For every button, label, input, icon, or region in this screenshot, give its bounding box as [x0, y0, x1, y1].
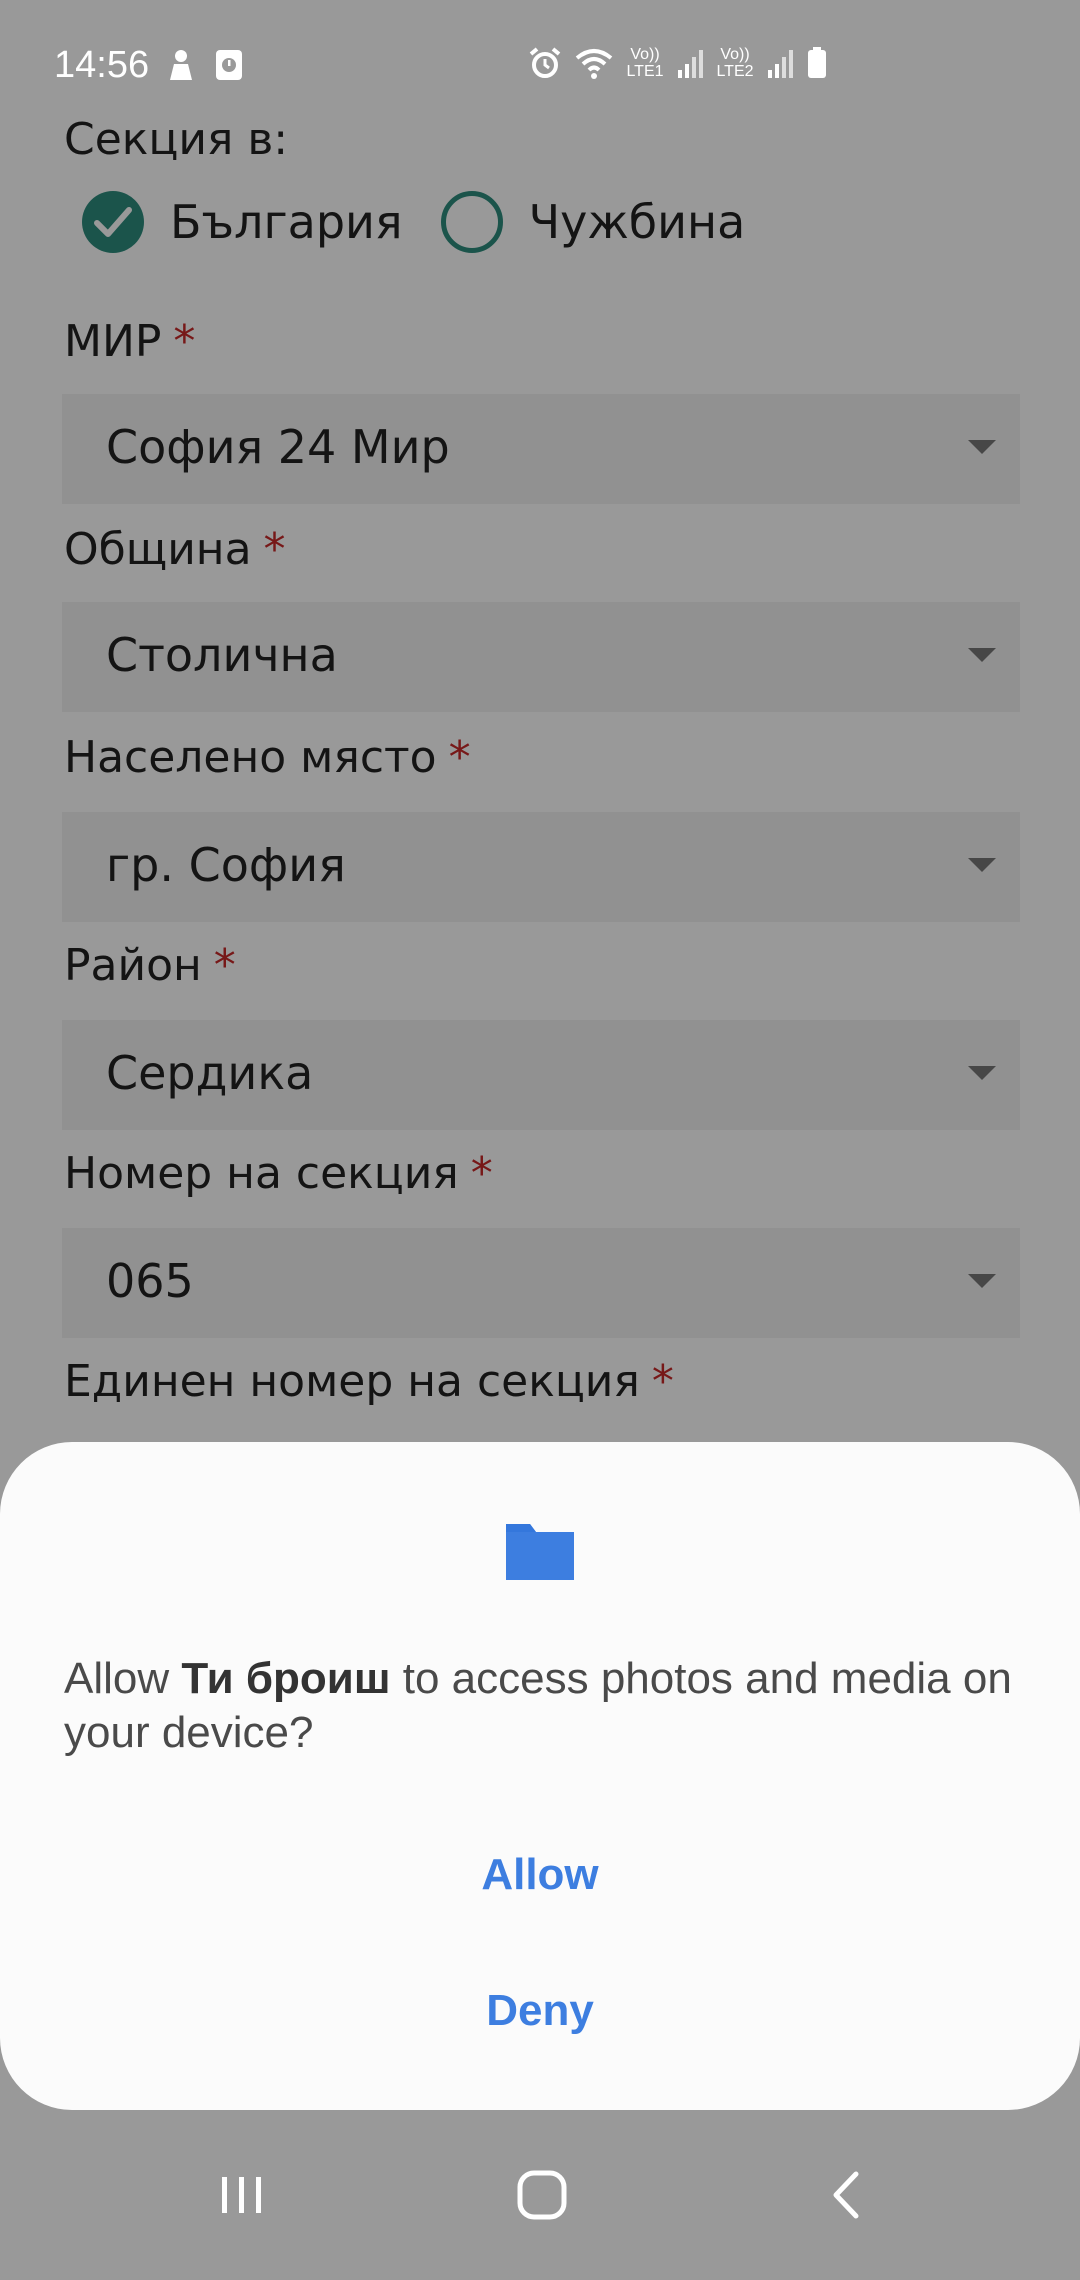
sim1-lte-label: Vo)) LTE1 — [626, 46, 664, 80]
deny-button[interactable]: Deny — [0, 1956, 1080, 2066]
signal-icon — [768, 50, 793, 78]
permission-dialog: Allow Ти броиш to access photos and medi… — [0, 1442, 1080, 2110]
home-icon — [517, 2170, 567, 2220]
screenshot-icon — [216, 50, 242, 80]
wifi-icon — [575, 49, 613, 79]
app-name: Ти броиш — [181, 1654, 391, 1703]
battery-icon — [808, 47, 826, 78]
sim2-lte-label: Vo)) LTE2 — [716, 46, 754, 80]
alarm-icon — [529, 47, 561, 78]
status-time: 14:56 — [54, 44, 150, 86]
recents-icon — [222, 2177, 261, 2213]
phone-screen: Секция в: България Чужбина МИР * София 24… — [0, 0, 1080, 2280]
navigation-bar — [0, 2110, 1080, 2280]
permission-message: Allow Ти броиш to access photos and medi… — [64, 1652, 1024, 1760]
home-button[interactable] — [452, 2110, 632, 2280]
recents-button[interactable] — [152, 2110, 332, 2280]
folder-icon — [506, 1524, 574, 1580]
status-system-icons: Vo)) LTE1 Vo)) LTE2 — [528, 46, 828, 80]
message-prefix: Allow — [64, 1654, 182, 1703]
person-icon — [170, 50, 192, 80]
signal-icon — [678, 50, 703, 78]
status-notification-icons — [166, 48, 244, 82]
allow-button[interactable]: Allow — [0, 1820, 1080, 1930]
status-bar: 14:56 Vo)) LTE1 Vo)) LTE2 — [0, 0, 1080, 130]
back-icon — [833, 2171, 859, 2219]
back-button[interactable] — [756, 2110, 936, 2280]
